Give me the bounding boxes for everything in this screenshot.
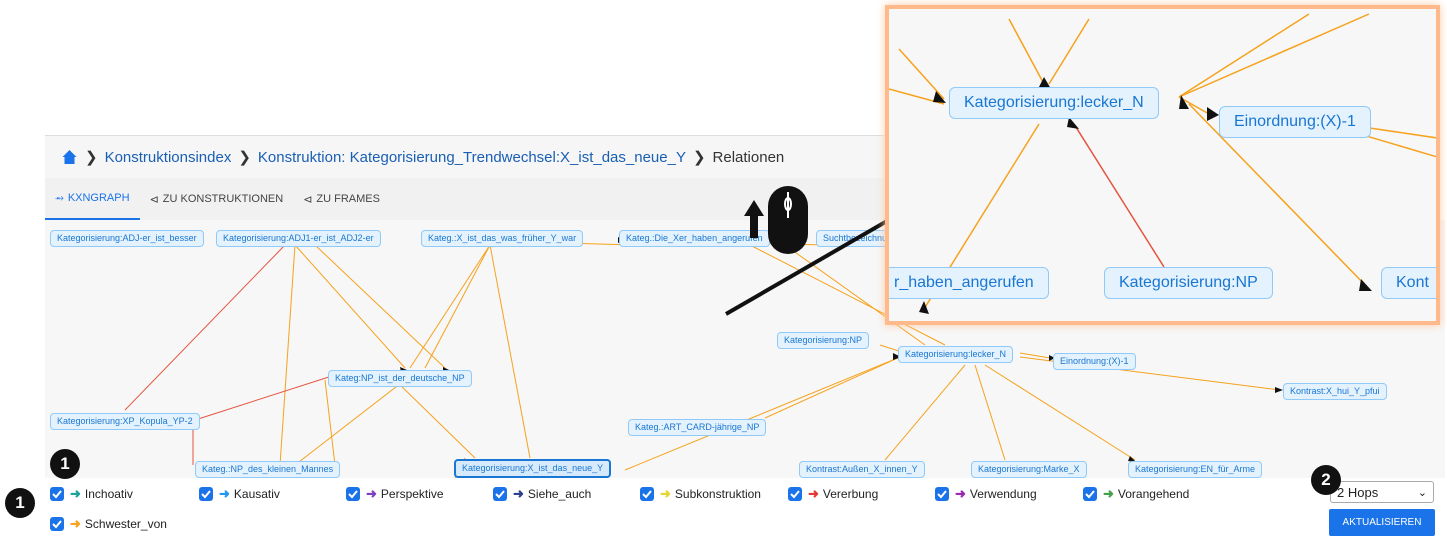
- share-icon: ⊲: [149, 193, 159, 206]
- checkbox-checked-icon[interactable]: [50, 487, 64, 501]
- checkbox-checked-icon[interactable]: [640, 487, 654, 501]
- zoom-node: r_haben_angerufen: [889, 267, 1049, 299]
- zoom-node: Einordnung:(X)-1: [1219, 106, 1371, 138]
- breadcrumb-link-index[interactable]: Konstruktionsindex: [105, 149, 232, 166]
- zoom-node: Kategorisierung:NP: [1104, 267, 1273, 299]
- step-badge: 2: [1311, 465, 1341, 495]
- checkbox-checked-icon[interactable]: [788, 487, 802, 501]
- relation-checkbox-vorangehend[interactable]: ➜ Vorangehend: [1083, 486, 1189, 502]
- zoom-node: Kont: [1381, 267, 1436, 299]
- home-icon[interactable]: [61, 149, 78, 165]
- relation-checkbox-siehe-auch[interactable]: ➜ Siehe_auch: [493, 486, 591, 502]
- relation-checkbox-kausativ[interactable]: ➜ Kausativ: [199, 486, 280, 502]
- graph-node[interactable]: Kategorisierung:Marke_X: [971, 461, 1087, 478]
- update-button[interactable]: AKTUALISIEREN: [1329, 509, 1435, 536]
- graph-node[interactable]: Kategorisierung:lecker_N: [898, 346, 1014, 363]
- chevron-right-icon: ❯: [238, 149, 251, 166]
- share-icon: ⊲: [303, 193, 313, 206]
- arrow-right-icon: ➜: [366, 486, 377, 501]
- graph-node[interactable]: Kategorisierung:EN_für_Arme: [1128, 461, 1263, 478]
- chevron-down-icon: ⌄: [1417, 486, 1427, 499]
- relation-checkbox-verwendung[interactable]: ➜ Verwendung: [935, 486, 1037, 502]
- checkbox-checked-icon[interactable]: [346, 487, 360, 501]
- graph-node[interactable]: Kateg.:X_ist_das_was_früher_Y_war: [421, 230, 584, 247]
- checkbox-checked-icon[interactable]: [50, 517, 64, 531]
- graph-node[interactable]: Kategorisierung:ADJ-er_ist_besser: [50, 230, 204, 247]
- zoom-inset-panel: Kategorisierung:lecker_N Einordnung:(X)-…: [885, 5, 1440, 325]
- step-badge: 1: [50, 449, 80, 479]
- relation-checkbox-perspektive[interactable]: ➜ Perspektive: [346, 486, 444, 502]
- zoom-node: Kategorisierung:lecker_N: [949, 87, 1159, 119]
- breadcrumb-link-construction[interactable]: Konstruktion: Kategorisierung_Trendwechs…: [258, 149, 686, 166]
- relation-checkbox-schwester-von[interactable]: ➜ Schwester_von: [50, 516, 167, 532]
- checkbox-checked-icon[interactable]: [935, 487, 949, 501]
- arrow-right-icon: ➜: [955, 486, 966, 501]
- graph-node[interactable]: Kategorisierung:ADJ1-er_ist_ADJ2-er: [216, 230, 381, 247]
- arrow-right-icon: ➜: [70, 516, 81, 531]
- arrow-right-icon: ➜: [219, 486, 230, 501]
- arrow-right-icon: ➜: [808, 486, 819, 501]
- graph-icon: ⥇: [55, 191, 64, 204]
- checkbox-checked-icon[interactable]: [199, 487, 213, 501]
- tab-kxngraph[interactable]: ⥇ KXNGRAPH: [45, 178, 140, 220]
- graph-node[interactable]: Kateg.:NP_des_kleinen_Mannes: [195, 461, 341, 478]
- arrow-right-icon: ➜: [660, 486, 671, 501]
- graph-node-selected[interactable]: Kategorisierung:X_ist_das_neue_Y: [454, 459, 612, 478]
- hops-select[interactable]: 2 Hops ⌄: [1330, 481, 1434, 503]
- graph-node[interactable]: Einordnung:(X)-1: [1053, 353, 1136, 370]
- breadcrumb-current: Relationen: [712, 148, 785, 166]
- arrow-right-icon: ➜: [70, 486, 81, 501]
- relation-checkbox-inchoativ[interactable]: ➜ Inchoativ: [50, 486, 133, 502]
- chevron-right-icon: ❯: [692, 149, 706, 166]
- graph-node[interactable]: Kategorisierung:XP_Kopula_YP-2: [50, 413, 200, 430]
- chevron-right-icon: ❯: [85, 149, 98, 166]
- arrow-right-icon: ➜: [1103, 486, 1114, 501]
- graph-node[interactable]: Kontrast:Außen_X_innen_Y: [799, 461, 925, 478]
- graph-node[interactable]: Kateg:NP_ist_der_deutsche_NP: [328, 370, 472, 387]
- step-badge: 1: [5, 488, 35, 518]
- arrow-right-icon: ➜: [513, 486, 524, 501]
- graph-node[interactable]: Kateg.:ART_CARD-jährige_NP: [628, 419, 767, 436]
- relation-checkbox-subkonstruktion[interactable]: ➜ Subkonstruktion: [640, 486, 761, 502]
- checkbox-checked-icon[interactable]: [1083, 487, 1097, 501]
- tab-zu-frames[interactable]: ⊲ ZU FRAMES: [293, 178, 390, 220]
- graph-node[interactable]: Kategorisierung:NP: [777, 332, 870, 349]
- checkbox-checked-icon[interactable]: [493, 487, 507, 501]
- breadcrumb: ❯ Konstruktionsindex ❯ Konstruktion: Kat…: [45, 135, 885, 178]
- relation-checkbox-vererbung[interactable]: ➜ Vererbung: [788, 486, 878, 502]
- graph-node[interactable]: Kontrast:X_hui_Y_pfui: [1283, 383, 1387, 400]
- tab-zu-konstruktionen[interactable]: ⊲ ZU KONSTRUKTIONEN: [140, 178, 294, 220]
